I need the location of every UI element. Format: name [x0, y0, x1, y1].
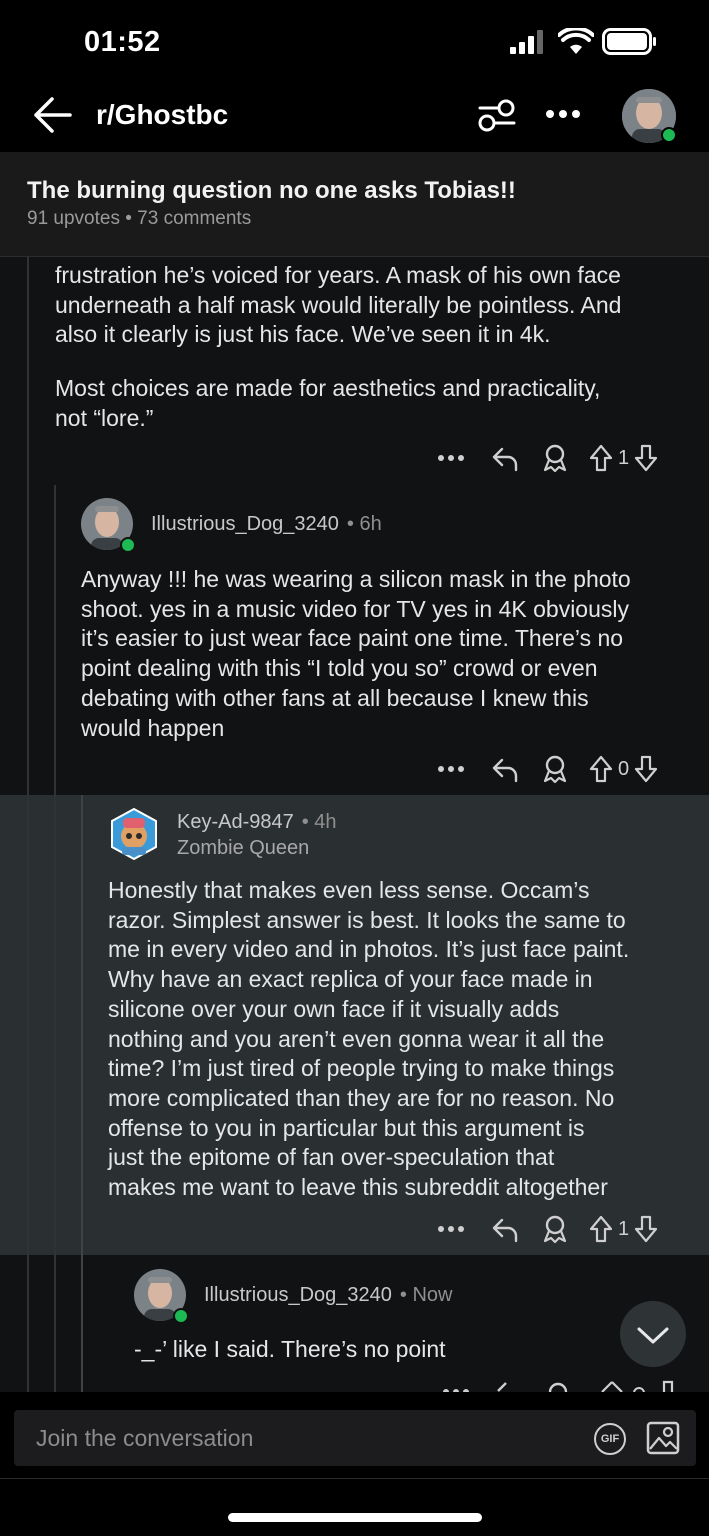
comment-line: time? I’m just tired of people trying to… [108, 1055, 615, 1082]
comment-header: Illustrious_Dog_3240 • 6h [151, 513, 382, 536]
comment-actions: 1 [436, 440, 659, 476]
image-icon[interactable] [646, 1421, 680, 1455]
thread-line [27, 257, 29, 1392]
comment-line: razor. Simplest answer is best. It looks… [108, 906, 626, 933]
back-arrow-icon[interactable] [32, 96, 72, 134]
reply-icon[interactable] [490, 1215, 520, 1243]
award-icon[interactable] [540, 754, 570, 784]
reply-icon[interactable] [490, 755, 520, 783]
comment-line: also it clearly is just his face. We’ve … [55, 321, 551, 348]
scroll-down-button[interactable] [620, 1301, 686, 1367]
username[interactable]: Illustrious_Dog_3240 [151, 513, 339, 536]
comment-line: Why have an exact replica of your face m… [108, 966, 593, 993]
comment-time: • 4h [301, 811, 337, 833]
user-flair: Zombie Queen [177, 837, 310, 859]
online-indicator [173, 1308, 189, 1324]
more-icon[interactable] [436, 1224, 466, 1234]
comment-line: would happen [81, 714, 225, 741]
thread-line [81, 795, 83, 1392]
comment-actions: 1 [436, 1211, 659, 1247]
comment-line: makes me want to leave this subreddit al… [108, 1174, 608, 1201]
comment-body: -_-’ like I said. There’s no point [134, 1335, 614, 1365]
cellular-signal-icon [510, 30, 543, 54]
more-icon[interactable] [436, 764, 466, 774]
comment-actions: 0 [436, 751, 659, 787]
comment-line: point dealing with this “I told you so” … [81, 655, 598, 682]
avatar [111, 807, 157, 861]
reply-icon[interactable] [490, 444, 520, 472]
award-icon[interactable] [540, 1214, 570, 1244]
partial-actions-icon [443, 1380, 674, 1392]
more-icon[interactable] [544, 108, 584, 120]
divider [0, 1478, 709, 1479]
comment-line: Anyway !!! he was wearing a silicon mask… [81, 566, 631, 592]
comment-actions [436, 1378, 686, 1392]
gif-label: GIF [600, 1433, 620, 1445]
online-indicator [661, 127, 677, 143]
comment-body: Honestly that makes even less sense. Occ… [108, 876, 703, 1203]
post-meta: 91 upvotes • 73 comments [27, 208, 252, 229]
home-indicator [228, 1513, 482, 1522]
comment-line: not “lore.” [55, 404, 154, 431]
vote-count: 0 [618, 757, 630, 780]
composer-placeholder[interactable]: Join the conversation [36, 1425, 253, 1452]
more-icon[interactable] [436, 453, 466, 463]
downvote-icon[interactable] [633, 754, 659, 784]
subreddit-name[interactable]: r/Ghostbc [96, 99, 228, 131]
username[interactable]: Key-Ad-9847 [177, 811, 294, 834]
chevron-down-icon [637, 1327, 669, 1344]
comment-header: Key-Ad-9847 • 4h [177, 811, 337, 834]
gif-button[interactable]: GIF [594, 1423, 626, 1455]
comment-line: offense to you in particular but this ar… [108, 1114, 585, 1141]
commenter-avatar[interactable] [108, 807, 160, 861]
upvote-icon[interactable] [588, 1214, 614, 1244]
comment-time: • Now [399, 1284, 453, 1306]
comment-line: just the epitome of fan over-speculation… [108, 1144, 555, 1171]
comment-line: underneath a half mask would literally b… [55, 291, 622, 318]
username[interactable]: Illustrious_Dog_3240 [204, 1284, 392, 1307]
upvote-icon[interactable] [588, 443, 614, 473]
vote-count: 1 [618, 446, 630, 469]
comment-line: silicone over your own face if it visual… [108, 995, 560, 1022]
comment-line: Most choices are made for aesthetics and… [55, 375, 601, 402]
post-title[interactable]: The burning question no one asks Tobias!… [27, 177, 516, 205]
comment-line: nothing and you aren’t even gonna wear i… [108, 1025, 605, 1052]
comment-line: -_-’ like I said. There’s no point [134, 1336, 446, 1362]
comment-line: me in every video and in photos. It’s ju… [108, 936, 630, 963]
upvote-icon[interactable] [588, 754, 614, 784]
wifi-icon [558, 28, 594, 54]
comment-line: more complicated than they are for no re… [108, 1084, 615, 1111]
comment-line: debating with other fans at all because … [81, 684, 589, 711]
filter-icon[interactable] [476, 96, 518, 134]
status-time: 01:52 [84, 26, 161, 58]
comment-line: shoot. yes in a music video for TV yes i… [81, 595, 630, 622]
downvote-icon[interactable] [633, 443, 659, 473]
comment-line: frustration he’s voiced for years. A mas… [55, 262, 621, 288]
comment-time: • 6h [346, 513, 382, 535]
online-indicator [120, 537, 136, 553]
downvote-icon[interactable] [633, 1214, 659, 1244]
comment-body: frustration he’s voiced for years. A mas… [55, 261, 705, 434]
award-icon[interactable] [540, 443, 570, 473]
comment-body: Anyway !!! he was wearing a silicon mask… [81, 565, 701, 743]
comment-line: it’s easier to just wear face paint one … [81, 625, 624, 652]
comment-header: Illustrious_Dog_3240 • Now [204, 1284, 452, 1307]
vote-count: 1 [618, 1217, 630, 1240]
battery-icon [602, 28, 656, 55]
comment-line: Honestly that makes even less sense. Occ… [108, 877, 590, 903]
thread-line [54, 485, 56, 1392]
